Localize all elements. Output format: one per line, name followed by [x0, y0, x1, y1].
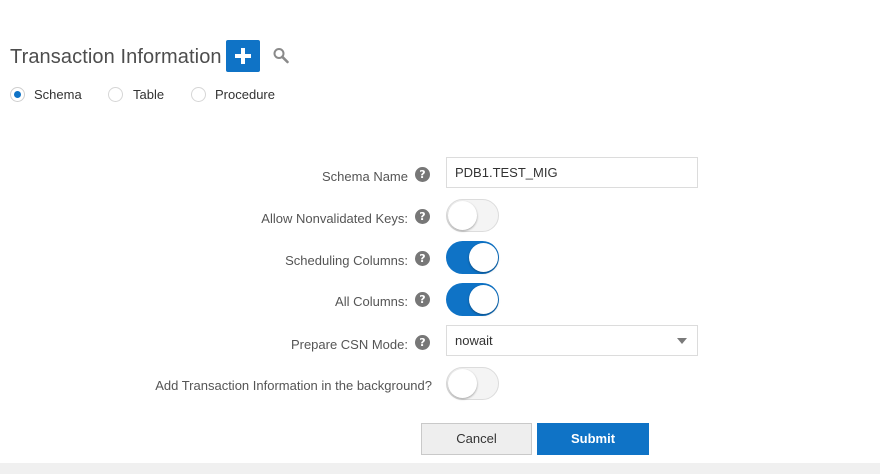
- radio-unselected-indicator: [108, 87, 123, 102]
- toggle-knob: [469, 285, 498, 314]
- transaction-information-page: Transaction Information Schema Table Pro…: [0, 0, 880, 474]
- scheduling-columns-label: Scheduling Columns:: [285, 253, 408, 268]
- radio-procedure-label: Procedure: [215, 87, 275, 102]
- radio-selected-indicator: [10, 87, 25, 102]
- schema-name-label: Schema Name: [322, 169, 408, 184]
- allow-nonvalidated-keys-toggle[interactable]: [446, 199, 499, 232]
- submit-button[interactable]: Submit: [537, 423, 649, 455]
- search-icon[interactable]: [271, 46, 291, 66]
- page-footer-band: [0, 463, 880, 474]
- prepare-csn-mode-value: nowait: [455, 333, 493, 348]
- schema-name-input[interactable]: PDB1.TEST_MIG: [446, 157, 698, 188]
- add-button[interactable]: [226, 40, 260, 72]
- radio-unselected-indicator: [191, 87, 206, 102]
- page-title: Transaction Information: [10, 46, 222, 68]
- scheduling-columns-help-icon[interactable]: ?: [415, 251, 430, 266]
- cancel-button[interactable]: Cancel: [421, 423, 532, 455]
- all-columns-label: All Columns:: [335, 294, 408, 309]
- add-in-background-label: Add Transaction Information in the backg…: [155, 378, 432, 393]
- allow-nonvalidated-keys-label: Allow Nonvalidated Keys:: [261, 211, 408, 226]
- toggle-knob: [448, 369, 477, 398]
- all-columns-toggle[interactable]: [446, 283, 499, 316]
- all-columns-help-icon[interactable]: ?: [415, 292, 430, 307]
- radio-schema-label: Schema: [34, 87, 82, 102]
- radio-table-label: Table: [133, 87, 165, 102]
- toggle-knob: [469, 243, 498, 272]
- allow-nonvalidated-keys-help-icon[interactable]: ?: [415, 209, 430, 224]
- toggle-knob: [448, 201, 477, 230]
- prepare-csn-mode-label: Prepare CSN Mode:: [290, 337, 408, 352]
- scheduling-columns-toggle[interactable]: [446, 241, 499, 274]
- add-in-background-toggle[interactable]: [446, 367, 499, 400]
- chevron-down-icon: [677, 338, 687, 344]
- prepare-csn-mode-help-icon[interactable]: ?: [415, 335, 430, 350]
- schema-name-help-icon[interactable]: ?: [415, 167, 430, 182]
- prepare-csn-mode-select[interactable]: nowait: [446, 325, 698, 356]
